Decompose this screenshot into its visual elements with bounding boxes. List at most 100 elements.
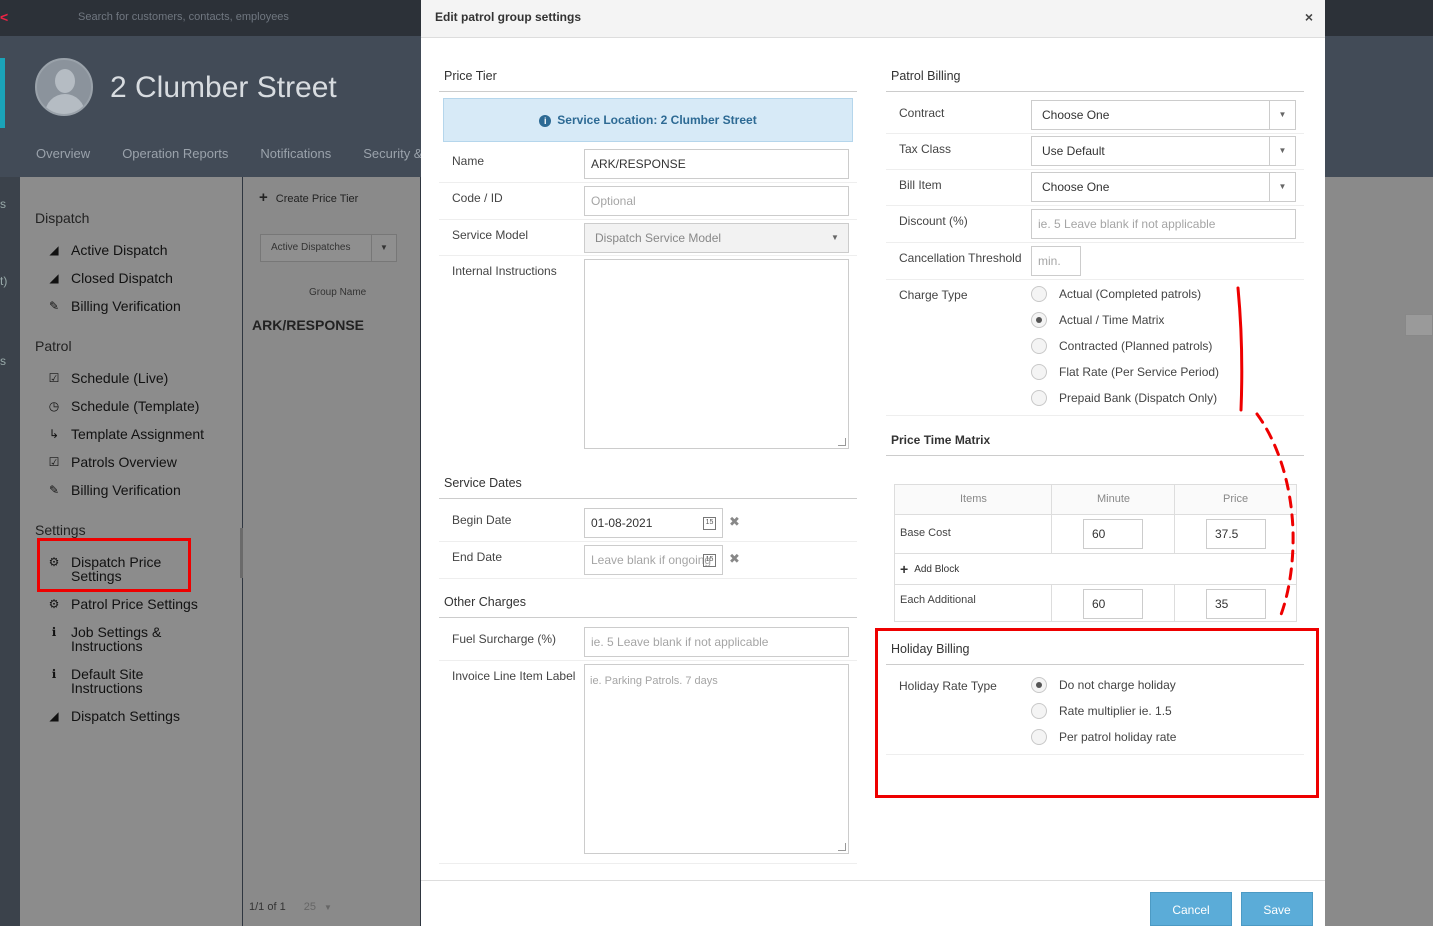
site-tabs: Overview Operation Reports Notifications… [36,146,454,161]
tab-overview[interactable]: Overview [36,146,90,161]
discount-label: Discount (%) [899,214,968,228]
arrow-icon: ↳ [48,427,60,441]
internal-instructions-textarea[interactable] [584,259,849,449]
back-icon[interactable]: < [0,9,8,25]
table-row[interactable]: ARK/RESPONSE [252,317,364,333]
chevron-down-icon: ▼ [323,903,332,912]
each-minute-input[interactable]: 60 [1083,589,1143,619]
contract-select[interactable]: Choose One ▼ [1031,100,1296,130]
clear-begin-date-icon[interactable]: ✖ [729,514,740,530]
edge-text: s [0,354,6,368]
pager: 1/1 of 1 25 ▼ [249,901,332,913]
fuel-surcharge-input[interactable]: ie. 5 Leave blank if not applicable [584,627,849,657]
base-cost-label: Base Cost [900,527,951,539]
tab-security[interactable]: Security & [363,146,422,161]
modal-header: Edit patrol group settings × [421,0,1325,38]
charge-type-option[interactable]: Actual / Time Matrix [1031,312,1164,328]
save-button[interactable]: Save [1241,892,1313,926]
divider [439,255,857,256]
base-minute-input[interactable]: 60 [1083,519,1143,549]
clear-end-date-icon[interactable]: ✖ [729,551,740,567]
service-model-label: Service Model [452,228,529,242]
divider [439,660,857,661]
nav-schedule-template[interactable]: ◷ Schedule (Template) [47,399,227,413]
divider [1174,584,1175,622]
base-price-input[interactable]: 37.5 [1206,519,1266,549]
avatar [35,58,93,116]
end-date-input[interactable]: Leave blank if ongoing 15 [584,545,723,575]
nav-active-dispatch[interactable]: ◢ Active Dispatch [47,243,227,257]
background-control [1405,314,1433,336]
discount-input[interactable]: ie. 5 Leave blank if not applicable [1031,209,1296,239]
nav-dispatch-settings[interactable]: ◢ Dispatch Settings [47,709,227,723]
column-header: Group Name [309,287,367,298]
edit-patrol-group-modal: Edit patrol group settings × Price Tier … [421,0,1325,926]
section-title-service-dates: Service Dates [444,476,522,490]
invoice-label-label: Invoice Line Item Label [452,669,576,683]
service-model-select[interactable]: Dispatch Service Model ▼ [584,223,849,253]
cancel-button[interactable]: Cancel [1150,892,1232,926]
begin-date-label: Begin Date [452,513,512,527]
nav-patrol-price-settings[interactable]: ⚙ Patrol Price Settings [47,597,227,611]
nav-schedule-live[interactable]: ☑ Schedule (Live) [47,371,227,385]
divider [439,863,857,864]
cancellation-threshold-input[interactable]: min. [1031,246,1081,276]
divider [886,133,1304,134]
accent-strip [0,58,5,128]
divider [439,182,857,183]
divider [895,584,1296,585]
nav-dispatch-billing-verification[interactable]: ✎ Billing Verification [47,299,227,313]
section-title-patrol-billing: Patrol Billing [891,69,961,83]
price-time-matrix-table: Items Minute Price Base Cost 60 37.5 + Ad… [894,484,1297,622]
create-price-tier-button[interactable]: + Create Price Tier [259,189,358,206]
begin-date-input[interactable]: 01-08-2021 15 [584,508,723,538]
nav-patrol-billing-verification[interactable]: ✎ Billing Verification [47,483,227,497]
resize-handle[interactable] [838,438,846,446]
name-input[interactable]: ARK/RESPONSE [584,149,849,179]
global-search-input[interactable]: Search for customers, contacts, employee… [78,11,289,23]
nav-group-settings: Settings [35,522,86,538]
charge-type-option[interactable]: Contracted (Planned patrols) [1031,338,1212,354]
divider [886,91,1304,92]
resize-handle[interactable] [838,843,846,851]
bill-item-select[interactable]: Choose One ▼ [1031,172,1296,202]
divider [439,578,857,579]
divider [886,279,1304,280]
tax-class-select[interactable]: Use Default ▼ [1031,136,1296,166]
info-icon: i [539,115,552,127]
charge-type-option[interactable]: Flat Rate (Per Service Period) [1031,364,1219,380]
chevron-down-icon: ▼ [1269,173,1295,201]
add-block-button[interactable]: + Add Block [900,561,959,577]
each-price-input[interactable]: 35 [1206,589,1266,619]
checkbox-icon: ☑ [48,371,60,385]
calendar-icon[interactable]: 15 [703,554,716,567]
charge-type-option[interactable]: Prepaid Bank (Dispatch Only) [1031,390,1217,406]
page-title: 2 Clumber Street [110,71,337,104]
clock-icon: ◷ [48,399,60,413]
invoice-label-textarea[interactable]: ie. Parking Patrols. 7 days [584,664,849,854]
nav-closed-dispatch[interactable]: ◢ Closed Dispatch [47,271,227,285]
section-title-other-charges: Other Charges [444,595,526,609]
tax-class-label: Tax Class [899,142,952,156]
side-nav: Dispatch ◢ Active Dispatch ◢ Closed Dispat… [20,177,242,926]
status-filter-select[interactable]: Active Dispatches ▼ [260,234,397,262]
close-icon[interactable]: × [1305,9,1313,25]
tab-notifications[interactable]: Notifications [260,146,331,161]
code-input[interactable]: Optional [584,186,849,216]
page-size-select[interactable]: 25 [304,901,316,913]
calendar-icon[interactable]: 15 [703,517,716,530]
tab-operation-reports[interactable]: Operation Reports [122,146,228,161]
nav-default-site-instructions[interactable]: ℹ Default Site Instructions [47,667,227,695]
divider [1174,485,1175,553]
charge-type-option[interactable]: Actual (Completed patrols) [1031,286,1201,302]
section-title-price-time-matrix: Price Time Matrix [891,433,991,447]
radio-selected-icon [1031,312,1047,328]
nav-job-settings[interactable]: ℹ Job Settings & Instructions [47,625,227,653]
chevron-down-icon: ▼ [822,224,848,252]
column-header: Minute [1097,493,1131,505]
info-icon: ℹ [51,667,57,681]
nav-patrols-overview[interactable]: ☑ Patrols Overview [47,455,227,469]
divider [886,415,1304,416]
nav-template-assignment[interactable]: ↳ Template Assignment [47,427,227,441]
modal-footer: Cancel Save [421,880,1325,926]
